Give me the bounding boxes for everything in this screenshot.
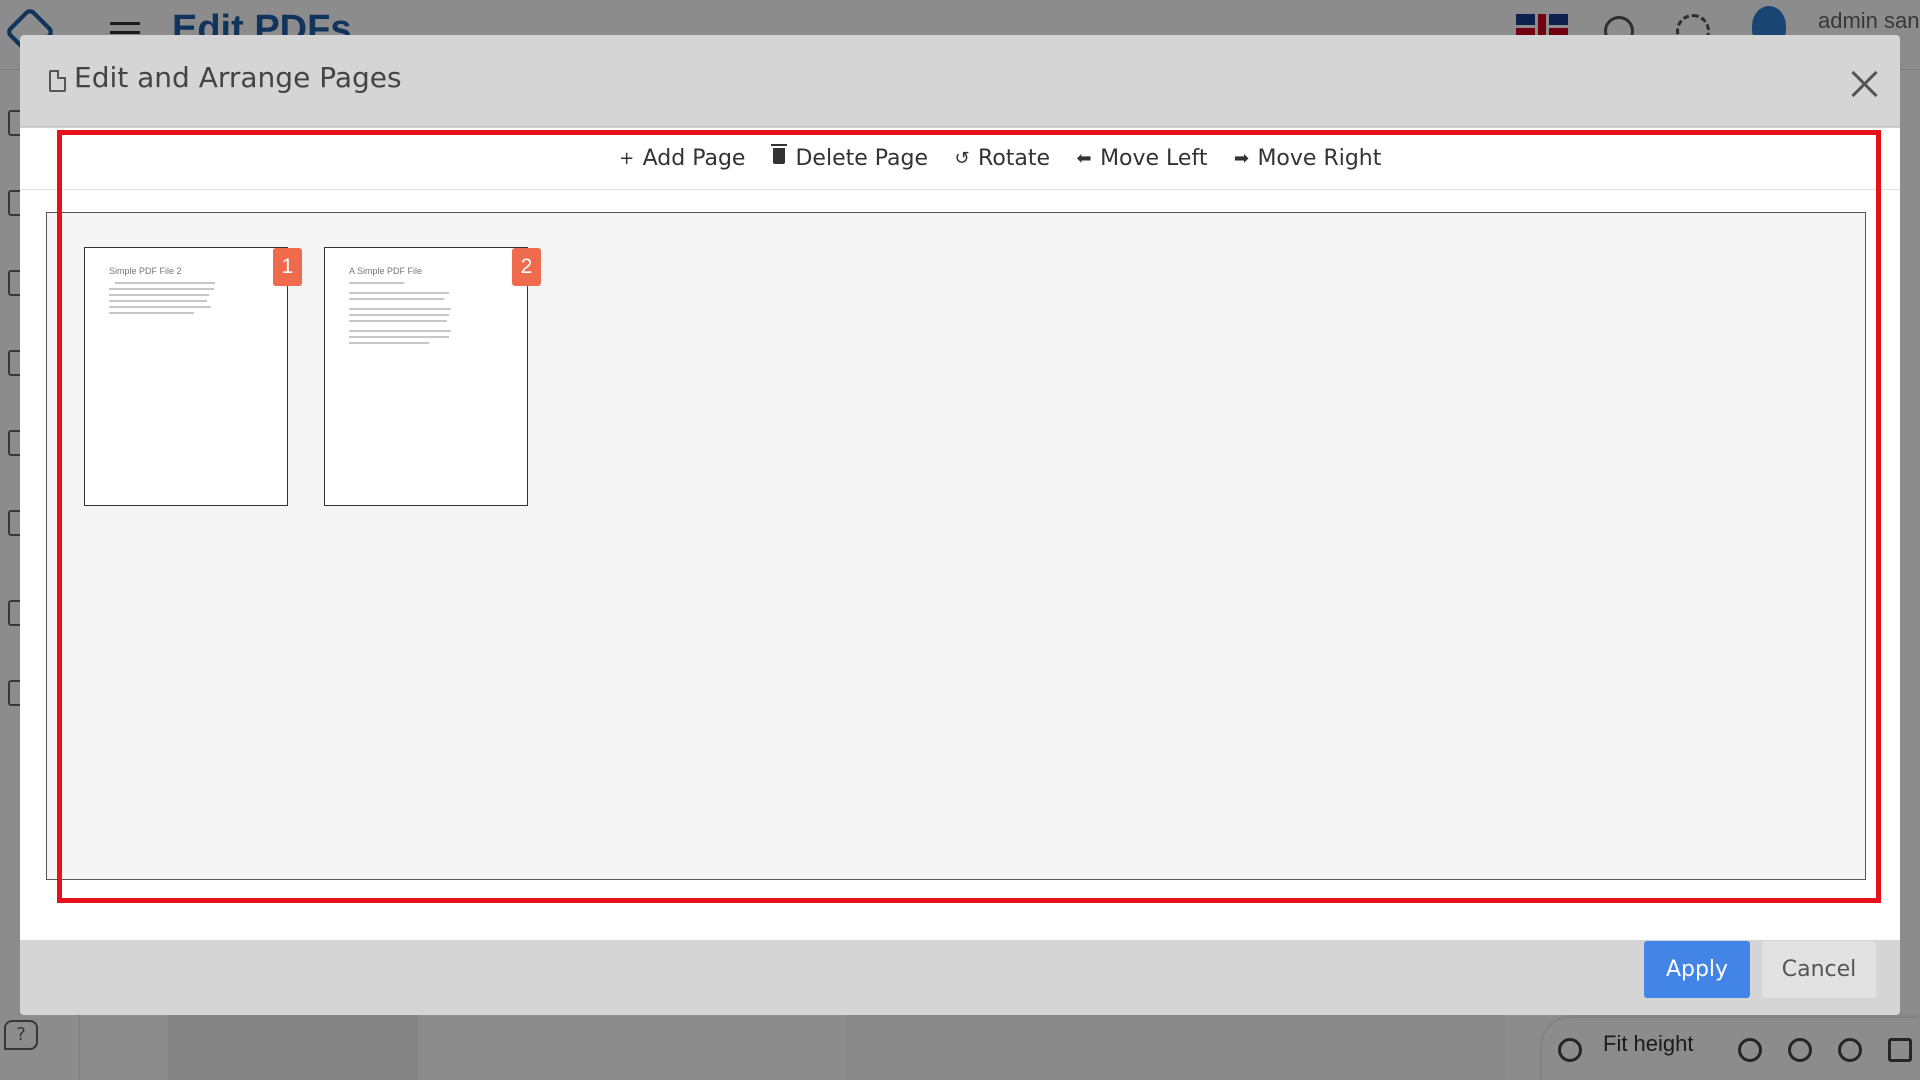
edit-pages-dialog: Edit and Arrange Pages + Add Page Delete… (20, 35, 1900, 1015)
arrow-left-icon: ⬅ (1076, 148, 1092, 169)
move-left-button[interactable]: ⬅ Move Left (1076, 146, 1208, 171)
page-thumbnail[interactable]: Simple PDF File 2 1 (84, 247, 302, 506)
close-icon[interactable] (1844, 65, 1884, 105)
delete-page-button[interactable]: Delete Page (771, 144, 929, 171)
add-page-label: Add Page (642, 146, 746, 171)
cancel-button[interactable]: Cancel (1762, 941, 1876, 998)
apply-button[interactable]: Apply (1644, 941, 1750, 998)
dialog-body: + Add Page Delete Page ↺ Rotate ⬅ Move L… (20, 128, 1900, 940)
rotate-icon: ↺ (954, 148, 970, 169)
add-page-button[interactable]: + Add Page (619, 146, 746, 171)
page-toolbar: + Add Page Delete Page ↺ Rotate ⬅ Move L… (20, 128, 1900, 190)
trash-icon (771, 144, 788, 169)
dialog-header: Edit and Arrange Pages (20, 35, 1900, 127)
move-right-button[interactable]: ➡ Move Right (1233, 146, 1381, 171)
move-left-label: Move Left (1100, 146, 1208, 171)
page-number-badge: 1 (273, 248, 302, 286)
document-icon (49, 70, 66, 92)
move-right-label: Move Right (1257, 146, 1382, 171)
rotate-label: Rotate (978, 146, 1051, 171)
dialog-title: Edit and Arrange Pages (74, 61, 402, 94)
dialog-footer: Apply Cancel (20, 941, 1900, 1015)
page-thumbnail[interactable]: A Simple PDF File 2 (324, 247, 541, 506)
thumbnail-title: A Simple PDF File (349, 266, 423, 276)
arrow-right-icon: ➡ (1233, 148, 1249, 169)
page-number-badge: 2 (512, 248, 541, 286)
pages-area: Simple PDF File 2 1 A Simple PDF File 2 (46, 212, 1866, 880)
rotate-button[interactable]: ↺ Rotate (954, 146, 1050, 171)
delete-page-label: Delete Page (795, 146, 929, 171)
thumbnail-title: Simple PDF File 2 (109, 266, 182, 276)
plus-icon: + (619, 148, 635, 169)
